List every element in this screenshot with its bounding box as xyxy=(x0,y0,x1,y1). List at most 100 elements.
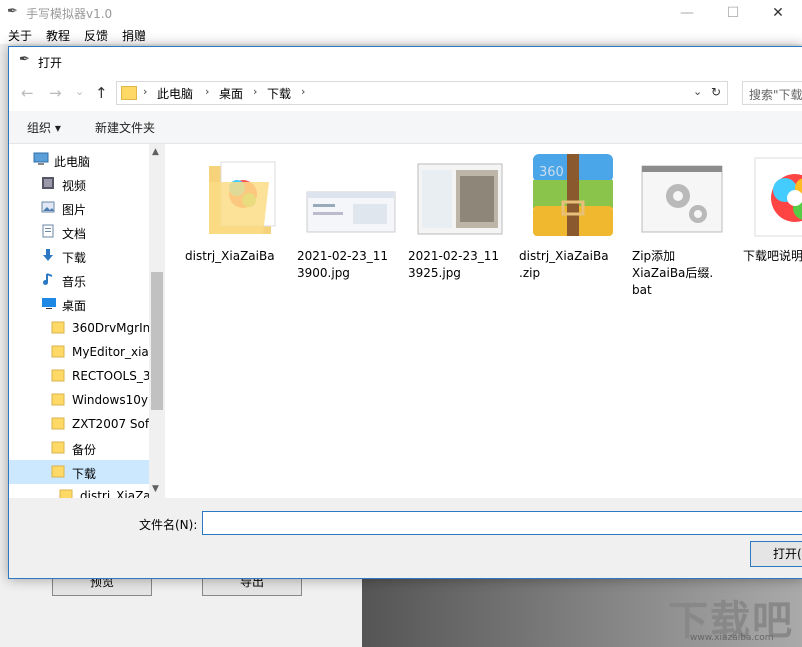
download-icon xyxy=(41,248,55,262)
computer-icon xyxy=(33,152,49,166)
folder-icon xyxy=(51,368,65,382)
breadcrumb-this-pc[interactable]: 此电脑 xyxy=(157,85,193,102)
up-arrow-icon[interactable]: ↑ xyxy=(95,84,108,102)
tree-item-label: MyEditor_xiaz xyxy=(72,345,149,359)
search-input[interactable]: 搜索"下载" xyxy=(742,81,802,105)
tree-item-label: 视频 xyxy=(62,179,87,193)
main-titlebar: ✒ 手写模拟器v1.0 — ☐ ✕ xyxy=(0,0,802,26)
svg-text:360: 360 xyxy=(539,165,564,180)
picture-icon xyxy=(41,200,55,214)
recent-locations-chevron-icon[interactable]: ⌄ xyxy=(75,85,84,98)
feather-icon: ✒ xyxy=(19,52,30,67)
file-name: distrj_XiaZaiBa .zip xyxy=(519,249,609,280)
close-button[interactable]: ✕ xyxy=(758,2,798,24)
batch-file-icon xyxy=(641,165,723,233)
tree-item-label: 图片 xyxy=(62,203,87,217)
file-name: 2021-02-23_11 3900.jpg xyxy=(297,249,389,280)
tree-item[interactable]: ZXT2007 Soft xyxy=(9,412,149,436)
browser-document-icon xyxy=(754,157,802,237)
tree-item[interactable]: RECTOOLS_30 xyxy=(9,364,149,388)
tree-item-label: 备份 xyxy=(72,443,97,457)
breadcrumb-downloads[interactable]: 下载 xyxy=(267,85,291,102)
folder-icon xyxy=(59,488,73,498)
folder-icon xyxy=(51,416,65,430)
refresh-icon[interactable]: ↻ xyxy=(711,85,721,99)
folder-icon xyxy=(51,344,65,358)
tree-item[interactable]: distrj_XiaZai xyxy=(9,484,149,498)
tree-item[interactable]: Windows10yis xyxy=(9,388,149,412)
tree-item[interactable]: 下载 xyxy=(9,460,149,484)
tree-item-label: 下载 xyxy=(72,467,97,481)
tree-item-label: 桌面 xyxy=(62,299,87,313)
tree-item-label: 下载 xyxy=(62,251,87,265)
menu-about[interactable]: 关于 xyxy=(8,27,32,44)
tree-item-label: 文档 xyxy=(62,227,87,241)
menu-feedback[interactable]: 反馈 xyxy=(84,27,108,44)
back-arrow-icon[interactable]: ← xyxy=(21,84,34,102)
new-folder-button[interactable]: 新建文件夹 xyxy=(95,119,155,136)
tree-item-label: 音乐 xyxy=(62,275,87,289)
tree-item-label: ZXT2007 Soft xyxy=(72,417,149,431)
watermark-url: www.xiazaiba.com xyxy=(690,633,774,643)
menu-donate[interactable]: 捐赠 xyxy=(122,27,146,44)
image-icon xyxy=(417,163,503,235)
address-bar[interactable]: › 此电脑 › 桌面 › 下载 › ⌄ ↻ xyxy=(116,81,728,105)
file-name: Zip添加 XiaZaiBa后缀. bat xyxy=(632,249,714,297)
tree-item[interactable]: 桌面 xyxy=(9,292,149,316)
file-name: distrj_XiaZaiBa xyxy=(185,249,275,263)
breadcrumb-separator-icon[interactable]: › xyxy=(301,85,305,98)
open-file-dialog: ✒ 打开 ← → ⌄ ↑ › 此电脑 › 桌面 › 下载 › ⌄ ↻ 搜索"下载… xyxy=(8,46,802,579)
tree-item-label: 此电脑 xyxy=(54,155,91,169)
breadcrumb-separator-icon[interactable]: › xyxy=(205,85,209,98)
folder-icon xyxy=(121,86,137,100)
breadcrumb-separator-icon[interactable]: › xyxy=(253,85,257,98)
navigation-bar: ← → ⌄ ↑ › 此电脑 › 桌面 › 下载 › ⌄ ↻ 搜索"下载" xyxy=(9,75,802,111)
maximize-button[interactable]: ☐ xyxy=(713,2,753,24)
image-icon xyxy=(306,191,396,233)
main-window-title: 手写模拟器v1.0 xyxy=(26,7,113,21)
tree-item[interactable]: 视频 xyxy=(9,172,149,196)
tree-item-label: Windows10yis xyxy=(72,393,149,407)
folder-icon xyxy=(51,392,65,406)
tree-item[interactable]: 文档 xyxy=(9,220,149,244)
file-name: 下载吧说明. xyxy=(743,249,802,263)
tree-scrollbar[interactable]: ▲ ▼ xyxy=(149,144,165,498)
dialog-titlebar: ✒ 打开 xyxy=(9,47,802,75)
scroll-thumb[interactable] xyxy=(151,272,163,410)
open-button[interactable]: 打开(O) xyxy=(750,541,802,567)
breadcrumb-separator-icon[interactable]: › xyxy=(143,85,147,98)
scroll-up-icon[interactable]: ▲ xyxy=(152,147,159,157)
desktop-icon xyxy=(41,296,56,310)
scroll-down-icon[interactable]: ▼ xyxy=(152,484,159,494)
forward-arrow-icon[interactable]: → xyxy=(49,84,62,102)
tree-item-label: RECTOOLS_30 xyxy=(72,369,149,383)
tree-item[interactable]: 音乐 xyxy=(9,268,149,292)
dialog-title: 打开 xyxy=(38,56,63,70)
tree-item-label: distrj_XiaZai xyxy=(80,489,149,498)
tree-item[interactable]: 下载 xyxy=(9,244,149,268)
tree-item[interactable]: 图片 xyxy=(9,196,149,220)
organize-button[interactable]: 组织 ▾ xyxy=(27,119,61,136)
folder-icon xyxy=(51,440,65,454)
tree-item[interactable]: 备份 xyxy=(9,436,149,460)
winrar-archive-icon: 360 xyxy=(533,154,613,236)
menu-bar: 关于 教程 反馈 捐赠 xyxy=(0,26,802,44)
breadcrumb-desktop[interactable]: 桌面 xyxy=(219,85,243,102)
feather-icon: ✒ xyxy=(7,4,18,19)
navigation-tree: 此电脑 视频 图片 文档 下载 音乐 桌面 360DrvMgrIn MyEditor_xiaz R… xyxy=(9,144,149,498)
filename-label: 文件名(N): xyxy=(139,518,198,532)
address-dropdown-icon[interactable]: ⌄ xyxy=(693,85,702,98)
tree-item-label: 360DrvMgrIn xyxy=(72,321,149,335)
filename-input[interactable] xyxy=(202,511,802,535)
folder-icon xyxy=(51,320,65,334)
minimize-button[interactable]: — xyxy=(667,2,707,24)
tree-item[interactable]: 此电脑 xyxy=(9,148,149,172)
video-icon xyxy=(41,176,55,190)
menu-tutorial[interactable]: 教程 xyxy=(46,27,70,44)
document-icon xyxy=(41,224,55,238)
tree-item[interactable]: MyEditor_xiaz xyxy=(9,340,149,364)
tree-item[interactable]: 360DrvMgrIn xyxy=(9,316,149,340)
file-list: distrj_XiaZaiBa 2021-02-23_11 3900.jpg 2… xyxy=(165,144,802,498)
dialog-toolbar: 组织 ▾ 新建文件夹 xyxy=(9,111,802,144)
search-placeholder: 搜索"下载" xyxy=(749,88,802,102)
